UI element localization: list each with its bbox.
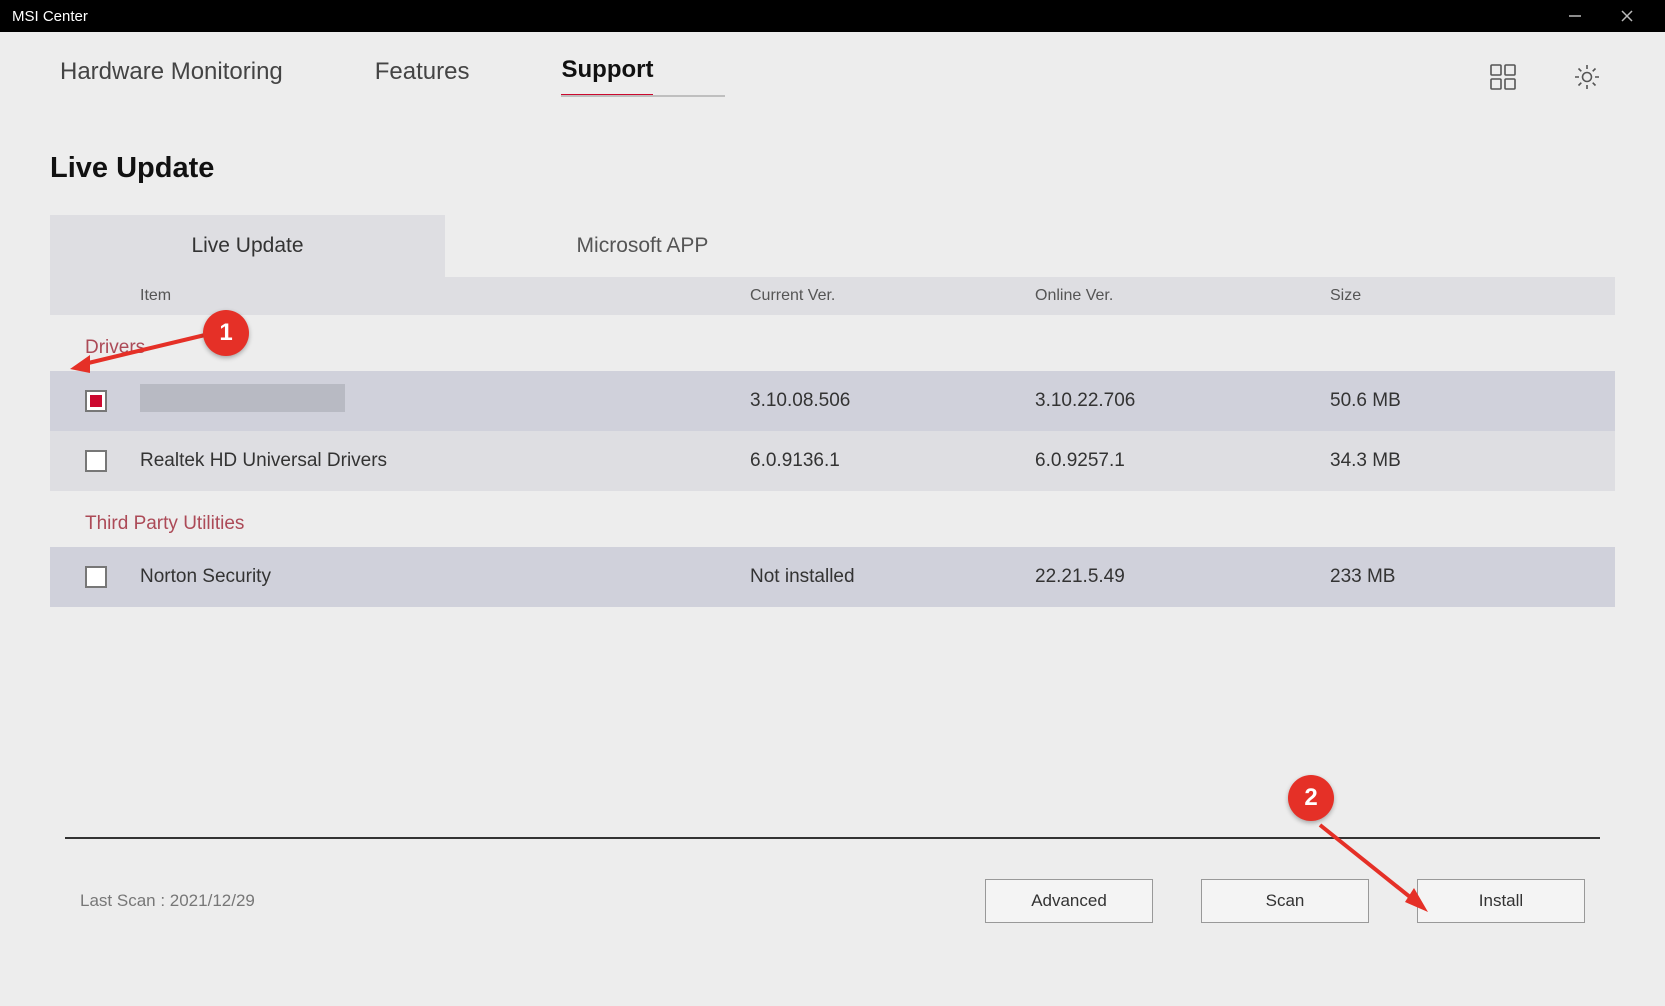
annotation-callout-1: 1 [203, 310, 249, 356]
table-header: Item Current Ver. Online Ver. Size [50, 277, 1615, 315]
tab-support[interactable]: Support [561, 56, 653, 97]
subtab-live-update[interactable]: Live Update [50, 215, 445, 277]
top-nav: Hardware Monitoring Features Support [0, 32, 1665, 107]
col-online: Online Ver. [1035, 287, 1330, 305]
window-title: MSI Center [12, 8, 88, 25]
checkbox-row1[interactable] [85, 450, 107, 472]
grid-icon[interactable] [1485, 59, 1521, 95]
annotation-arrow-2 [1310, 820, 1450, 930]
col-item: Item [50, 287, 750, 305]
checkbox-row2[interactable] [85, 566, 107, 588]
checkbox-row0[interactable] [85, 390, 107, 412]
section-third-party: Third Party Utilities [50, 491, 1615, 547]
row2-online: 22.21.5.49 [1035, 566, 1330, 588]
gear-icon[interactable] [1569, 59, 1605, 95]
advanced-button[interactable]: Advanced [985, 879, 1153, 923]
row2-size: 233 MB [1330, 566, 1615, 588]
sub-tabs: Live Update Microsoft APP [50, 215, 1615, 277]
tab-features[interactable]: Features [375, 58, 470, 96]
annotation-arrow-1 [60, 325, 210, 375]
row2-current: Not installed [750, 566, 1035, 588]
table-row: 3.10.08.506 3.10.22.706 50.6 MB [50, 371, 1615, 431]
content-area: Live Update Microsoft APP Item Current V… [0, 215, 1665, 923]
row1-name: Realtek HD Universal Drivers [140, 450, 750, 472]
section-drivers: Drivers [50, 315, 1615, 371]
tab-hardware-monitoring[interactable]: Hardware Monitoring [60, 58, 283, 96]
col-current: Current Ver. [750, 287, 1035, 305]
annotation-callout-2: 2 [1288, 775, 1334, 821]
row1-size: 34.3 MB [1330, 450, 1615, 472]
page-title: Live Update [0, 107, 1665, 215]
row0-current: 3.10.08.506 [750, 390, 1035, 412]
row1-online: 6.0.9257.1 [1035, 450, 1330, 472]
window-titlebar: MSI Center [0, 0, 1665, 32]
row2-name: Norton Security [140, 566, 750, 588]
col-size: Size [1330, 287, 1615, 305]
row1-current: 6.0.9136.1 [750, 450, 1035, 472]
table-row: Norton Security Not installed 22.21.5.49… [50, 547, 1615, 607]
row0-size: 50.6 MB [1330, 390, 1615, 412]
last-scan-label: Last Scan : 2021/12/29 [80, 891, 255, 911]
window-close-button[interactable] [1601, 0, 1653, 32]
subtab-microsoft-app[interactable]: Microsoft APP [445, 215, 840, 277]
row0-name [140, 384, 750, 418]
row0-online: 3.10.22.706 [1035, 390, 1330, 412]
table-row: Realtek HD Universal Drivers 6.0.9136.1 … [50, 431, 1615, 491]
redacted-name [140, 384, 345, 412]
window-minimize-button[interactable] [1549, 0, 1601, 32]
